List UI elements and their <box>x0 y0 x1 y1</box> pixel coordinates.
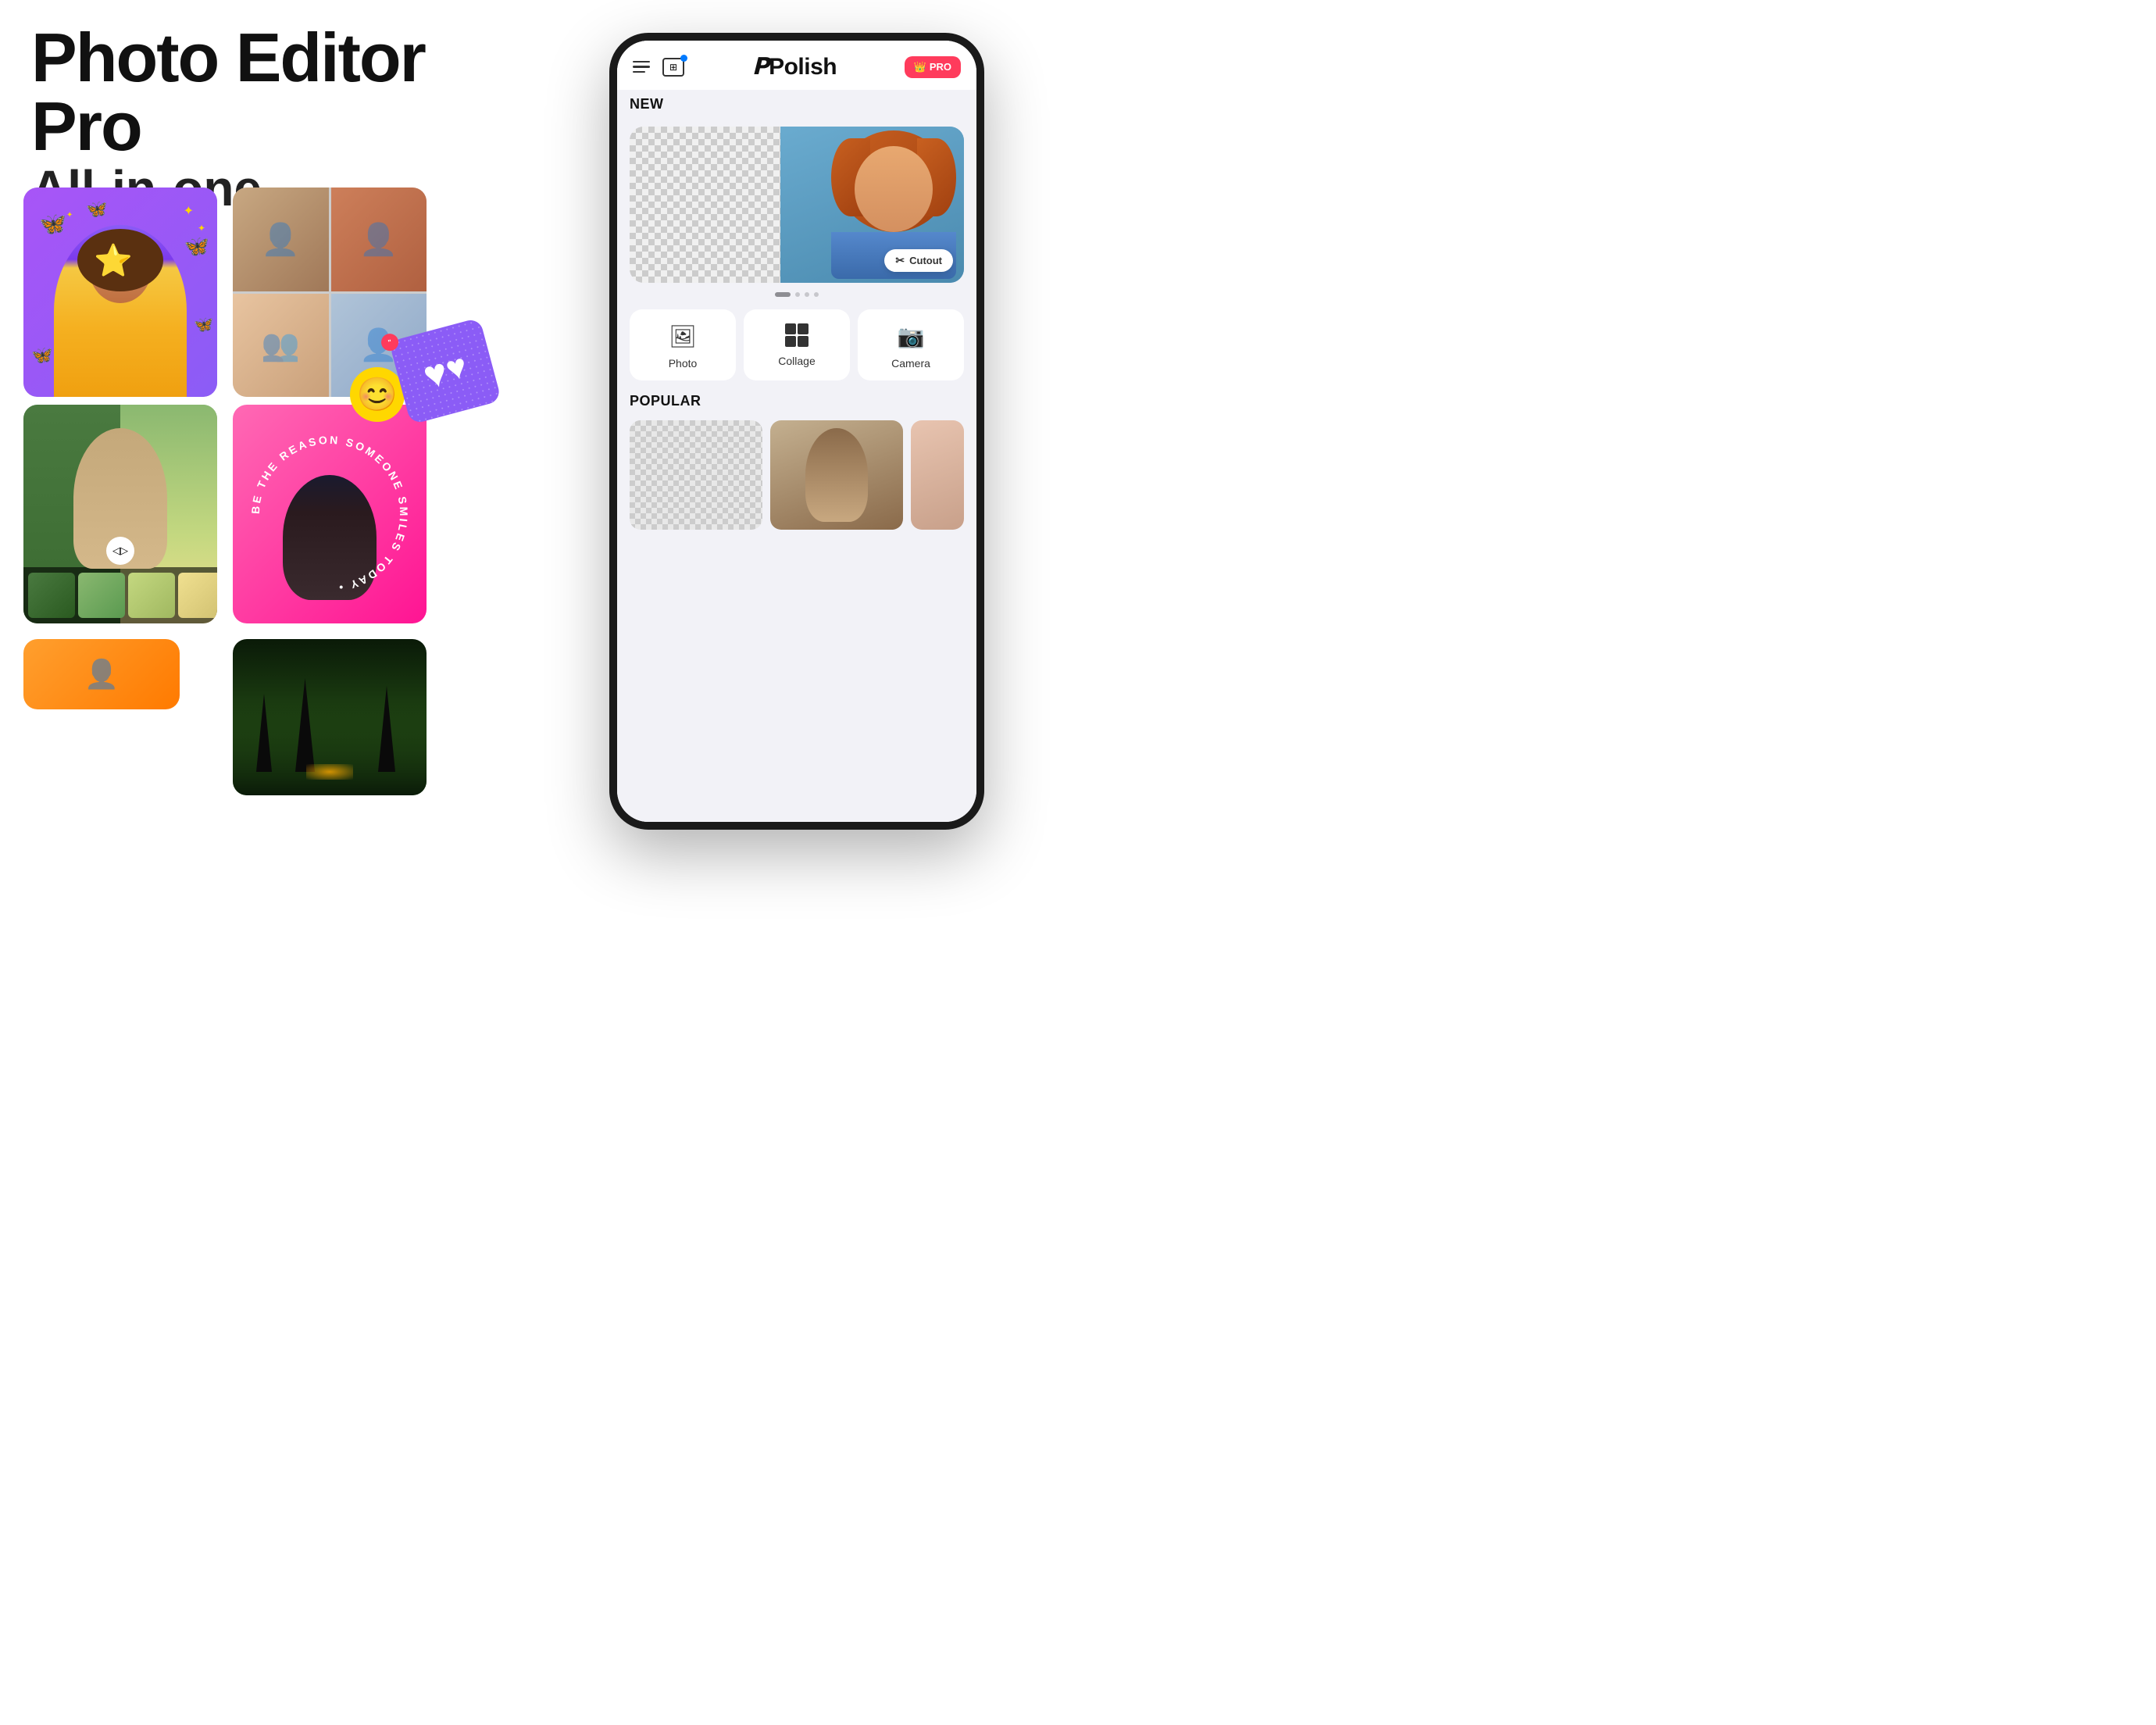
circular-text-container: BE THE REASON SOMEONE SMILES TODAY • <box>244 428 416 600</box>
collage-icon <box>785 323 808 347</box>
right-section: ⊞ 𝗣Polish 👑 PRO NEW <box>516 0 1078 862</box>
dot-4[interactable] <box>814 292 819 297</box>
pop-checker-1 <box>630 420 762 530</box>
star-sticker: ⭐ <box>94 242 133 279</box>
circular-text-svg: BE THE REASON SOMEONE SMILES TODAY • <box>244 428 416 600</box>
field-girl-card: ◁▷ <box>23 405 217 623</box>
checkerboard-bg <box>630 127 797 283</box>
pink-text-card: BE THE REASON SOMEONE SMILES TODAY • <box>233 405 427 623</box>
sparkle-3: ✦ <box>66 211 73 220</box>
phone-header: ⊞ 𝗣Polish 👑 PRO <box>617 41 976 90</box>
cutout-label: Cutout <box>909 255 942 266</box>
camera-label: Camera <box>891 357 930 370</box>
butterfly-2: 🦋 <box>86 199 107 220</box>
pro-badge[interactable]: 👑 PRO <box>905 56 961 78</box>
photo-icon: 🖼 <box>669 323 697 349</box>
phone-mockup: ⊞ 𝗣Polish 👑 PRO NEW <box>609 33 984 830</box>
purple-butterfly-card: 🦋 🦋 🦋 🦋 🦋 ⭐ ✦ ✦ ✦ <box>23 188 217 397</box>
dots-indicator <box>617 292 976 297</box>
thumb-2[interactable] <box>78 573 125 618</box>
butterfly-5: 🦋 <box>31 345 52 366</box>
butterfly-1: 🦋 <box>39 211 66 237</box>
butterfly-4: 🦋 <box>194 315 213 334</box>
main-title: Photo Editor Pro <box>31 23 531 161</box>
cutout-button[interactable]: ✂ Cutout <box>884 249 953 272</box>
photo-label: Photo <box>669 357 698 370</box>
orange-card: 👤 <box>23 639 180 709</box>
left-section: Photo Editor Pro All-in-one 🦋 🦋 🦋 🦋 🦋 ⭐ <box>0 0 531 862</box>
smiley-sticker: 😊 <box>350 367 405 422</box>
thumb-1[interactable] <box>28 573 75 618</box>
app-name-text: Polish <box>769 54 837 80</box>
dot-1[interactable] <box>775 292 791 297</box>
phone-inner: ⊞ 𝗣Polish 👑 PRO NEW <box>617 41 976 822</box>
woman-silhouette <box>805 428 868 522</box>
gallery-icon-wrap[interactable]: ⊞ <box>662 58 684 77</box>
dot-2[interactable] <box>795 292 800 297</box>
section-new-title: NEW <box>617 90 976 117</box>
sparkle-1: ✦ <box>184 203 194 219</box>
menu-line-2 <box>633 66 650 68</box>
app-logo-p: 𝗣 <box>752 54 769 80</box>
svg-text:BE THE REASON SOMEONE SMILES T: BE THE REASON SOMEONE SMILES TODAY • <box>249 434 410 595</box>
butterfly-3: 🦋 <box>184 234 209 259</box>
menu-line-3 <box>633 71 645 73</box>
camera-action-btn[interactable]: 📷 Camera <box>858 309 964 380</box>
collage-area: 🦋 🦋 🦋 🦋 🦋 ⭐ ✦ ✦ ✦ 👤 👤 👥 <box>23 188 523 828</box>
hero-banner[interactable]: ✂ Cutout <box>630 127 964 283</box>
crown-icon: 👑 <box>914 61 926 73</box>
popular-card-1[interactable] <box>630 420 762 530</box>
photo-action-btn[interactable]: 🖼 Photo <box>630 309 736 380</box>
compare-icon[interactable]: ◁▷ <box>106 537 134 565</box>
notification-dot <box>680 55 687 62</box>
camera-icon: 📷 <box>898 323 925 349</box>
dot-3[interactable] <box>805 292 809 297</box>
collage-action-btn[interactable]: Collage <box>744 309 850 380</box>
pro-label: PRO <box>930 61 951 73</box>
action-buttons-row: 🖼 Photo Collage 📷 Camera <box>617 300 976 387</box>
section-popular-title: POPULAR <box>617 387 976 414</box>
thumb-4[interactable] <box>178 573 217 618</box>
collage-label: Collage <box>778 355 815 367</box>
dark-nature-card <box>233 639 427 795</box>
popular-card-2[interactable] <box>770 420 903 530</box>
couple-cell-2: 👤 <box>331 188 427 291</box>
menu-line-1 <box>633 61 650 63</box>
menu-icon[interactable] <box>633 61 650 73</box>
couple-cell-1: 👤 <box>233 188 329 291</box>
header-left: ⊞ <box>633 58 684 77</box>
popular-row <box>617 414 976 536</box>
thumbnail-strip <box>23 567 217 623</box>
app-name: 𝗣Polish <box>752 53 837 80</box>
popular-card-3[interactable] <box>911 420 964 530</box>
scissors-icon: ✂ <box>895 254 905 267</box>
thumb-3[interactable] <box>128 573 175 618</box>
couple-cell-3: 👥 <box>233 294 329 398</box>
sparkle-2: ✦ <box>198 223 205 234</box>
